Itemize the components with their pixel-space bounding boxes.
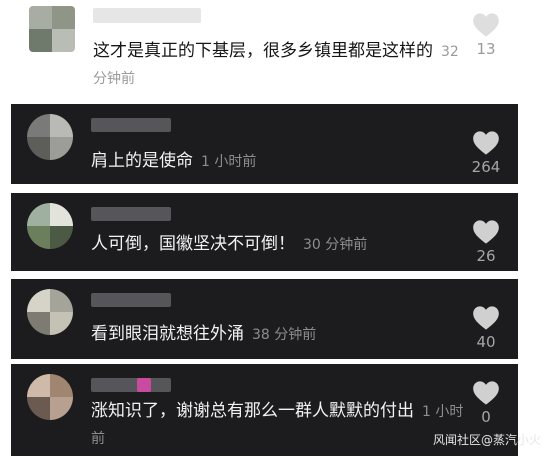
avatar-pixel <box>27 226 50 249</box>
avatar-pixel <box>50 374 73 397</box>
comment-text: 看到眼泪就想往外涌 <box>91 324 244 344</box>
like-count: 26 <box>476 247 496 265</box>
avatar[interactable] <box>29 6 75 52</box>
avatar-pixel <box>27 114 50 137</box>
comment-text: 人可倒，国徽坚决不可倒！ <box>91 234 295 254</box>
heart-icon <box>473 13 499 37</box>
comment-body: 涨知识了，谢谢总有那么一群人默默的付出 1 小时前 <box>91 398 471 452</box>
avatar-pixel <box>27 374 50 397</box>
avatar-pixel <box>52 29 75 52</box>
watermark: 风闻社区@蒸汽小火 <box>432 433 541 447</box>
username-blurred[interactable] <box>91 118 171 132</box>
like-count: 13 <box>476 40 496 58</box>
comment-time: 30 分钟前 <box>303 237 368 253</box>
avatar-pixel <box>27 397 50 420</box>
comment-text: 涨知识了，谢谢总有那么一群人默默的付出 <box>91 401 414 421</box>
heart-icon <box>473 381 499 405</box>
avatar-pixel <box>50 137 73 160</box>
username-blurred[interactable] <box>93 8 201 23</box>
avatar-pixel <box>27 203 50 226</box>
avatar-pixel <box>27 137 50 160</box>
comment-body: 人可倒，国徽坚决不可倒！ 30 分钟前 <box>91 231 367 258</box>
avatar-pixel <box>50 397 73 420</box>
avatar[interactable] <box>27 374 73 420</box>
heart-icon <box>473 131 499 155</box>
comment-text: 肩上的是使命 <box>91 151 193 171</box>
comment-item: 看到眼泪就想往外涌 38 分钟前 40 <box>11 279 518 359</box>
like-button[interactable]: 13 <box>468 12 504 58</box>
avatar-pixel <box>27 289 50 312</box>
username-blurred[interactable] <box>91 378 171 392</box>
like-count: 0 <box>481 408 491 426</box>
avatar[interactable] <box>27 203 73 249</box>
like-button[interactable]: 40 <box>468 305 504 351</box>
comment-body: 这才是真正的下基层，很多乡镇里都是这样的 32分钟前 <box>93 38 463 92</box>
avatar-pixel <box>52 6 75 29</box>
like-button[interactable]: 0 <box>468 380 504 426</box>
heart-icon <box>473 306 499 330</box>
comment-time: 1 小时前 <box>201 154 257 170</box>
heart-icon <box>473 220 499 244</box>
avatar-pixel <box>50 203 73 226</box>
comment-item: 肩上的是使命 1 小时前 264 <box>11 104 518 184</box>
avatar-pixel <box>50 289 73 312</box>
username-tag <box>137 378 151 392</box>
like-count: 264 <box>471 158 501 176</box>
avatar-pixel <box>50 226 73 249</box>
comment-time: 38 分钟前 <box>252 327 317 343</box>
comment-body: 看到眼泪就想往外涌 38 分钟前 <box>91 321 316 348</box>
avatar[interactable] <box>27 114 73 160</box>
comment-text: 这才是真正的下基层，很多乡镇里都是这样的 <box>93 41 433 61</box>
like-button[interactable]: 26 <box>468 219 504 265</box>
avatar-pixel <box>29 6 52 29</box>
avatar-pixel <box>29 29 52 52</box>
comment-item: 这才是真正的下基层，很多乡镇里都是这样的 32分钟前 13 <box>11 0 518 92</box>
avatar-pixel <box>27 312 50 335</box>
username-blurred[interactable] <box>91 207 171 221</box>
avatar-pixel <box>50 312 73 335</box>
avatar[interactable] <box>27 289 73 335</box>
like-button[interactable]: 264 <box>468 130 504 176</box>
username-blurred[interactable] <box>91 293 171 307</box>
comment-item: 人可倒，国徽坚决不可倒！ 30 分钟前 26 <box>11 193 518 271</box>
avatar-pixel <box>50 114 73 137</box>
comment-body: 肩上的是使命 1 小时前 <box>91 148 256 175</box>
like-count: 40 <box>476 333 496 351</box>
